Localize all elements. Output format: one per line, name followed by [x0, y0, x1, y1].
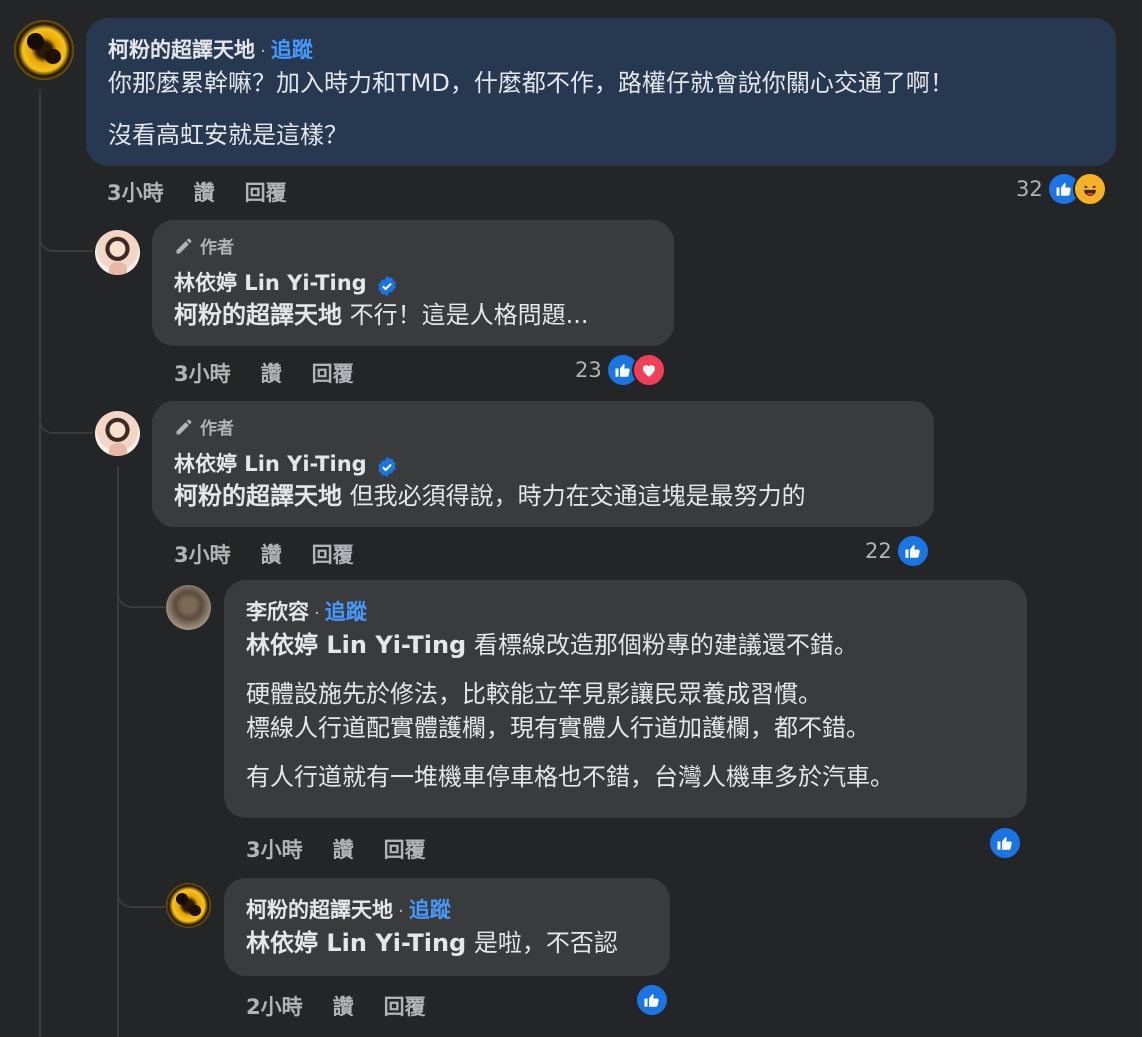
thread-line-sub	[117, 466, 119, 1037]
like-button[interactable]: 讚	[194, 177, 215, 207]
mention-link[interactable]: 林依婷 Lin Yi-Ting	[246, 631, 466, 659]
comment-author[interactable]: 林依婷 Lin Yi-Ting	[174, 452, 367, 476]
thread-branch-4	[117, 860, 165, 908]
reaction-summary[interactable]	[635, 983, 669, 1017]
timestamp[interactable]: 3小時	[107, 177, 164, 207]
author-badge: 作者	[174, 414, 234, 439]
verified-badge-icon	[377, 456, 396, 477]
comment-body: 是啦，不否認	[473, 929, 618, 957]
comment-bubble: 柯粉的超譯天地 · 追蹤 你那麼累幹嘛？加入時力和TMD，什麼都不作，路權仔就會…	[86, 18, 1116, 166]
thread-branch-3	[117, 560, 165, 608]
like-button[interactable]: 讚	[333, 834, 354, 864]
comment-body: 不行！這是人格問題...	[349, 301, 589, 329]
reply-button[interactable]: 回覆	[384, 991, 426, 1021]
author-tag-label: 作者	[200, 419, 234, 439]
like-button[interactable]: 讚	[261, 539, 282, 569]
timestamp[interactable]: 2小時	[246, 991, 303, 1021]
comment-actions: 3小時 讚 回覆	[174, 358, 354, 388]
like-button[interactable]: 讚	[261, 358, 282, 388]
mention-link[interactable]: 柯粉的超譯天地	[174, 301, 342, 329]
avatar[interactable]	[95, 411, 140, 456]
timestamp[interactable]: 3小時	[174, 539, 231, 569]
comment-actions: 3小時 讚 回覆	[107, 177, 287, 207]
comment-line: 硬體設施先於修法，比較能立竿見影讓民眾養成習慣。	[246, 680, 822, 708]
thread-branch-2	[39, 380, 93, 434]
comment-line: 標線人行道配實體護欄，現有實體人行道加護欄，都不錯。	[246, 714, 870, 742]
comment-bubble: 柯粉的超譯天地 · 追蹤 林依婷 Lin Yi-Ting 是啦，不否認	[224, 878, 670, 976]
comment-text: 林依婷 Lin Yi-Ting 看標線改造那個粉專的建議還不錯。 硬體設施先於修…	[246, 628, 894, 794]
avatar[interactable]	[166, 883, 211, 928]
reaction-summary[interactable]	[988, 826, 1022, 860]
comment-text: 柯粉的超譯天地 不行！這是人格問題...	[174, 298, 589, 332]
author-tag-label: 作者	[200, 238, 234, 258]
reaction-count: 32	[1016, 177, 1043, 201]
mention-link[interactable]: 林依婷 Lin Yi-Ting	[246, 929, 466, 957]
comment-text: 柯粉的超譯天地 但我必須得說，時力在交通這塊是最努力的	[174, 479, 806, 513]
thumbs-up-icon	[988, 826, 1022, 860]
comment-bubble: 李欣容 · 追蹤 林依婷 Lin Yi-Ting 看標線改造那個粉專的建議還不錯…	[224, 580, 1027, 818]
like-button[interactable]: 讚	[333, 991, 354, 1021]
separator-dot: ·	[260, 41, 266, 62]
comment-bubble: 作者 林依婷 Lin Yi-Ting 柯粉的超譯天地 但我必須得說，時力在交通這…	[152, 401, 934, 527]
pencil-icon	[176, 419, 192, 434]
comment-text: 你那麼累幹嘛？加入時力和TMD，什麼都不作，路權仔就會說你關心交通了啊！ 沒看高…	[108, 66, 954, 152]
thumbs-up-icon	[895, 534, 930, 568]
timestamp[interactable]: 3小時	[174, 358, 231, 388]
reply-button[interactable]: 回覆	[312, 539, 354, 569]
comment-author[interactable]: 李欣容	[246, 600, 309, 624]
comment-actions: 3小時 讚 回覆	[174, 539, 354, 569]
separator-dot: ·	[398, 901, 404, 922]
comment-author[interactable]: 柯粉的超譯天地	[246, 898, 393, 922]
comment-actions: 2小時 讚 回覆	[246, 991, 426, 1021]
reaction-count: 22	[865, 539, 892, 563]
reply-button[interactable]: 回覆	[245, 177, 287, 207]
reaction-summary[interactable]: 23	[575, 353, 666, 387]
reaction-summary[interactable]: 22	[865, 534, 930, 568]
verified-badge-icon	[377, 275, 396, 296]
separator-dot: ·	[314, 603, 320, 624]
comment-bubble: 作者 林依婷 Lin Yi-Ting 柯粉的超譯天地 不行！這是人格問題...	[152, 220, 674, 346]
reply-button[interactable]: 回覆	[384, 834, 426, 864]
follow-link[interactable]: 追蹤	[271, 38, 313, 62]
avatar[interactable]	[95, 230, 140, 275]
author-badge: 作者	[174, 233, 234, 258]
comment-body: 看標線改造那個粉專的建議還不錯。	[473, 631, 858, 659]
comment-line: 有人行道就有一堆機車停車格也不錯，台灣人機車多於汽車。	[246, 763, 894, 791]
comment-text: 林依婷 Lin Yi-Ting 是啦，不否認	[246, 926, 618, 960]
comment-author[interactable]: 林依婷 Lin Yi-Ting	[174, 271, 367, 295]
avatar[interactable]	[166, 585, 211, 630]
comment-line: 你那麼累幹嘛？加入時力和TMD，什麼都不作，路權仔就會說你關心交通了啊！	[108, 69, 954, 97]
reply-button[interactable]: 回覆	[312, 358, 354, 388]
pencil-icon	[176, 238, 192, 253]
timestamp[interactable]: 3小時	[246, 834, 303, 864]
heart-icon	[631, 353, 666, 387]
reaction-summary[interactable]: 32	[1016, 172, 1107, 206]
comment-author[interactable]: 柯粉的超譯天地	[108, 38, 255, 62]
comment-line: 沒看高虹安就是這樣？	[108, 121, 348, 149]
comment-body: 但我必須得說，時力在交通這塊是最努力的	[349, 482, 806, 510]
follow-link[interactable]: 追蹤	[325, 600, 367, 624]
reaction-count: 23	[575, 358, 602, 382]
comment-actions: 3小時 讚 回覆	[246, 834, 426, 864]
laughing-face-icon	[1072, 172, 1107, 206]
follow-link[interactable]: 追蹤	[409, 898, 451, 922]
mention-link[interactable]: 柯粉的超譯天地	[174, 482, 342, 510]
thumbs-up-icon	[635, 983, 669, 1017]
avatar[interactable]	[14, 20, 74, 80]
thread-branch-1	[39, 200, 93, 252]
